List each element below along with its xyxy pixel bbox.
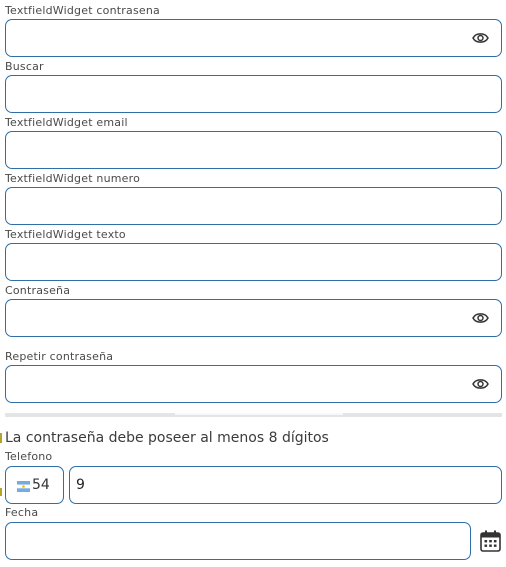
password-strength-indicator <box>175 413 343 415</box>
eye-icon[interactable] <box>471 29 489 47</box>
argentina-flag-icon <box>17 480 30 492</box>
password-input[interactable] <box>5 299 502 337</box>
password-strength-bar <box>5 413 502 417</box>
form-screen: TextfieldWidget contrasena Buscar Textfi… <box>0 0 506 567</box>
field-label-texto: TextfieldWidget texto <box>5 228 126 241</box>
buscar-input[interactable] <box>5 75 502 113</box>
calendar-icon[interactable] <box>480 530 501 552</box>
repeat-password-input[interactable] <box>5 365 502 403</box>
numero-input[interactable] <box>5 187 502 225</box>
country-code-selector[interactable]: 54 <box>5 466 64 504</box>
field-label-repeat-password: Repetir contraseña <box>5 350 114 363</box>
eye-icon[interactable] <box>471 375 489 393</box>
field-label-fecha: Fecha <box>5 506 39 519</box>
password-hint: La contraseña debe poseer al menos 8 díg… <box>5 430 329 446</box>
field-label-contrasena: TextfieldWidget contrasena <box>5 4 160 17</box>
field-label-numero: TextfieldWidget numero <box>5 172 141 185</box>
field-label-email: TextfieldWidget email <box>5 116 128 129</box>
texto-input[interactable] <box>5 243 502 281</box>
field-label-telefono: Telefono <box>5 450 53 463</box>
edge-marker <box>0 488 2 496</box>
phone-number-input[interactable]: 9 <box>69 466 502 504</box>
field-label-password: Contraseña <box>5 284 71 297</box>
edge-marker <box>0 433 2 443</box>
date-input[interactable] <box>5 522 471 560</box>
eye-icon[interactable] <box>471 309 489 327</box>
phone-number-value: 9 <box>76 477 85 493</box>
country-code: 54 <box>32 477 50 493</box>
field-label-buscar: Buscar <box>5 60 44 73</box>
email-input[interactable] <box>5 131 502 169</box>
contrasena-input[interactable] <box>5 19 502 57</box>
